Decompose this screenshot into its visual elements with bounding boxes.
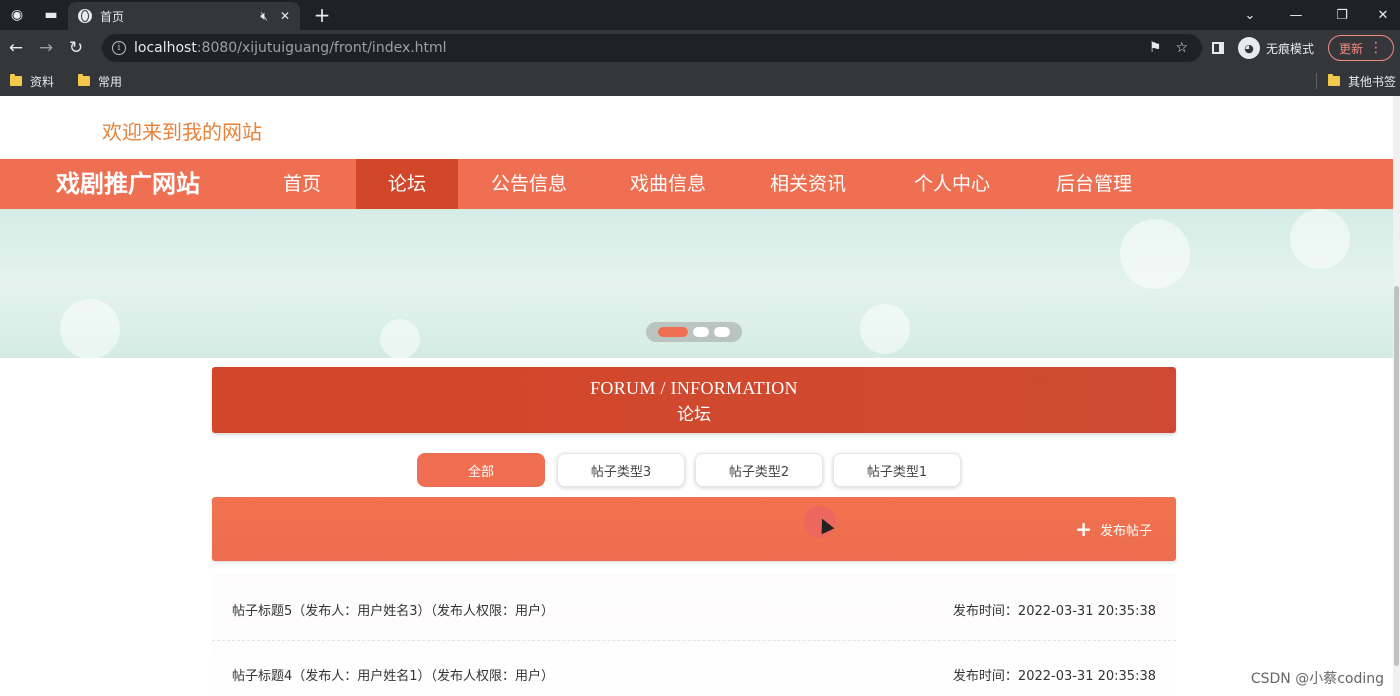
bookmarks-bar: 资料 常用 其他书签	[0, 66, 1400, 96]
bookmark-folder-2[interactable]: 常用	[78, 73, 122, 90]
nav-announcements[interactable]: 公告信息	[468, 159, 590, 209]
bookmark-star-icon[interactable]: ☆	[1175, 40, 1188, 56]
new-tab-button[interactable]: +	[310, 3, 334, 27]
restore-icon[interactable]: ❐	[1322, 0, 1362, 30]
post-row[interactable]: 帖子标题4（发布人：用户姓名1）（发布人权限：用户） 发布时间：2022-03-…	[212, 658, 1176, 690]
forward-icon[interactable]: →	[31, 30, 61, 66]
page-scrollbar[interactable]	[1393, 96, 1400, 696]
filter-type-3[interactable]: 帖子类型3	[557, 453, 685, 487]
globe-icon	[78, 9, 92, 23]
browser-tab[interactable]: 首页 🔇︎ ✕	[68, 2, 300, 30]
bokeh-decoration	[380, 319, 420, 358]
incognito-icon: ◕	[1238, 37, 1260, 59]
bookmark-folder-1[interactable]: 资料	[10, 73, 54, 90]
browser-tab-bar: ◉ ▬ 首页 🔇︎ ✕ +	[0, 0, 1400, 30]
web-page: 欢迎来到我的网站 戏剧推广网站 首页 论坛 公告信息 戏曲信息 相关资讯 个人中…	[0, 96, 1393, 696]
nav-news[interactable]: 相关资讯	[746, 159, 870, 209]
tab-title: 首页	[100, 9, 125, 24]
site-brand[interactable]: 戏剧推广网站	[56, 159, 200, 209]
nav-admin[interactable]: 后台管理	[1030, 159, 1158, 209]
watermark: CSDN @小蔡coding	[1250, 671, 1384, 687]
url-host: localhost	[134, 40, 197, 56]
side-panel-icon[interactable]	[1212, 42, 1224, 54]
post-time: 发布时间：2022-03-31 20:35:38	[952, 668, 1156, 684]
close-tab-icon[interactable]: ✕	[280, 9, 290, 23]
site-info-icon[interactable]: i	[112, 41, 126, 55]
carousel-indicators	[646, 322, 742, 342]
folder-icon	[10, 74, 22, 86]
browser-menu-icon[interactable]: ◉	[0, 0, 34, 30]
publish-post-label: 发布帖子	[1099, 523, 1152, 539]
filter-type-2[interactable]: 帖子类型2	[695, 453, 823, 487]
tab-list-icon[interactable]: ⌄	[1230, 0, 1270, 30]
bokeh-decoration	[860, 304, 910, 354]
folder-icon	[78, 74, 91, 86]
post-action-bar: + 发布帖子	[212, 497, 1176, 561]
bokeh-decoration	[60, 299, 120, 358]
address-bar[interactable]: i localhost:8080/xijutuiguang/front/inde…	[102, 34, 1202, 62]
blocked-content-icon[interactable]: ⚑	[1149, 40, 1162, 56]
post-row[interactable]: 帖子标题5（发布人：用户姓名3）（发布人权限：用户） 发布时间：2022-03-…	[212, 593, 1176, 625]
update-label: 更新	[1339, 41, 1364, 56]
url-path: :8080/xijutuiguang/front/index.html	[196, 40, 447, 56]
close-window-icon[interactable]: ✕	[1366, 0, 1400, 30]
main-nav: 戏剧推广网站 首页 论坛 公告信息 戏曲信息 相关资讯 个人中心 后台管理	[0, 159, 1393, 209]
minimize-icon[interactable]: —	[1276, 0, 1316, 30]
nav-home[interactable]: 首页	[253, 159, 351, 209]
bookmark-label: 资料	[30, 74, 55, 89]
bokeh-decoration	[1120, 219, 1190, 289]
bookmark-separator	[1316, 73, 1317, 89]
more-menu-icon[interactable]: ⋮	[1369, 40, 1383, 56]
tab-search-icon[interactable]: ▬	[34, 0, 68, 30]
carousel-banner[interactable]	[0, 209, 1393, 358]
forum-title-cn: 论坛	[677, 405, 711, 424]
folder-icon	[1327, 74, 1340, 86]
carousel-dot-1[interactable]	[658, 327, 688, 337]
incognito-label: 无痕模式	[1266, 41, 1315, 56]
bookmark-label: 常用	[98, 74, 123, 89]
filter-all[interactable]: 全部	[417, 453, 545, 487]
post-time: 发布时间：2022-03-31 20:35:38	[952, 603, 1156, 619]
post-list: 帖子标题5（发布人：用户姓名3）（发布人权限：用户） 发布时间：2022-03-…	[212, 574, 1176, 696]
back-icon[interactable]: ←	[1, 30, 31, 66]
nav-forum[interactable]: 论坛	[356, 159, 458, 209]
post-title[interactable]: 帖子标题4（发布人：用户姓名1）（发布人权限：用户）	[232, 665, 554, 684]
toolbar-right: ◕ 无痕模式 更新 ⋮	[1212, 30, 1395, 66]
nav-opera-info[interactable]: 戏曲信息	[606, 159, 730, 209]
nav-user-center[interactable]: 个人中心	[888, 159, 1016, 209]
publish-post-button[interactable]: + 发布帖子	[1075, 497, 1152, 561]
update-button[interactable]: 更新 ⋮	[1328, 35, 1395, 61]
forum-header: FORUM / INFORMATION 论坛	[212, 367, 1176, 433]
bokeh-decoration	[1290, 209, 1350, 269]
welcome-text: 欢迎来到我的网站	[102, 120, 262, 144]
carousel-dot-3[interactable]	[714, 327, 730, 337]
post-title[interactable]: 帖子标题5（发布人：用户姓名3）（发布人权限：用户）	[232, 600, 554, 619]
plus-icon: +	[1075, 517, 1092, 541]
reload-icon[interactable]: ↻	[61, 30, 91, 66]
row-divider	[212, 640, 1176, 641]
filter-type-1[interactable]: 帖子类型1	[833, 453, 961, 487]
carousel-dot-2[interactable]	[693, 327, 709, 337]
scrollbar-thumb[interactable]	[1394, 286, 1399, 666]
other-bookmarks[interactable]: 其他书签	[1327, 66, 1396, 96]
mute-icon[interactable]: 🔇︎	[260, 9, 268, 24]
forum-title-en: FORUM / INFORMATION	[590, 378, 798, 398]
other-bookmarks-label: 其他书签	[1347, 74, 1396, 89]
